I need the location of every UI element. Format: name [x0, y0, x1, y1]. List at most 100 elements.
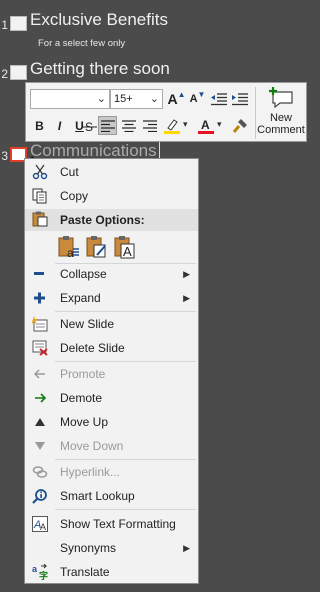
align-left-button[interactable] — [98, 116, 117, 135]
menu-item-expand[interactable]: Expand ▶ — [25, 287, 198, 309]
link-icon — [32, 464, 48, 480]
new-comment-label-2: Comment — [257, 124, 305, 136]
menu-item-translate[interactable]: a字 Translate — [25, 561, 198, 583]
new-comment-icon — [269, 87, 293, 109]
menu-item-label: Promote — [60, 367, 106, 381]
delete-slide-icon — [32, 340, 48, 356]
slide-subtitle[interactable]: For a select few only — [38, 38, 125, 49]
chevron-down-icon[interactable]: ▾ — [183, 119, 188, 130]
menu-item-label: Smart Lookup — [60, 489, 135, 503]
paste-options-label: Paste Options: — [60, 213, 145, 227]
bold-button[interactable]: B — [30, 116, 49, 135]
decrease-indent-button[interactable] — [209, 89, 228, 108]
menu-item-delete-slide[interactable]: Delete Slide — [25, 337, 198, 359]
menu-item-demote[interactable]: Demote — [25, 387, 198, 409]
slide-title[interactable]: Getting there soon — [30, 59, 170, 79]
menu-item-smart-lookup[interactable]: Smart Lookup — [25, 485, 198, 507]
menu-item-label: Delete Slide — [60, 341, 125, 355]
scissors-icon — [32, 164, 48, 180]
collapse-icon — [32, 266, 48, 282]
font-color-icon: A — [197, 118, 214, 134]
mini-toolbar: ⌄ 15+ ⌄ A ▲ A ▼ New Comment B I U S ▾ A ▾ — [25, 82, 307, 142]
menu-item-label: Synonyms — [60, 541, 117, 555]
menu-separator — [55, 459, 196, 460]
slide-number: 3 — [1, 149, 8, 163]
menu-item-label: New Slide — [60, 317, 115, 331]
align-right-button[interactable] — [140, 116, 159, 135]
menu-item-hyperlink[interactable]: Hyperlink... — [25, 461, 198, 483]
menu-item-copy[interactable]: Copy — [25, 185, 198, 207]
svg-text:a: a — [67, 246, 74, 259]
highlighter-icon — [163, 118, 180, 134]
align-center-icon — [121, 119, 136, 132]
menu-item-label: Collapse — [60, 267, 107, 281]
context-menu: Cut Copy Paste Options: a A Collapse ▶ E… — [24, 158, 199, 584]
menu-item-synonyms[interactable]: Synonyms ▶ — [25, 537, 198, 559]
smart-lookup-icon — [32, 488, 48, 504]
clipboard-icon — [32, 211, 48, 230]
chevron-down-icon: ⌄ — [96, 93, 106, 105]
font-color-button[interactable]: A — [196, 116, 215, 135]
new-comment-button[interactable]: New Comment — [257, 86, 305, 138]
chevron-down-icon: ⌄ — [149, 93, 159, 105]
menu-item-label: Cut — [60, 165, 79, 179]
submenu-arrow-icon: ▶ — [183, 268, 190, 279]
chevron-down-icon[interactable]: ▾ — [217, 119, 222, 130]
increase-indent-icon — [231, 92, 248, 105]
new-slide-icon — [32, 316, 48, 332]
align-left-icon — [100, 119, 115, 132]
svg-text:A: A — [201, 118, 210, 132]
menu-item-label: Hyperlink... — [60, 465, 121, 479]
strikethrough-icon: S — [82, 120, 97, 133]
grow-font-button[interactable]: A ▲ — [167, 89, 186, 108]
slide-thumbnail-icon[interactable] — [10, 65, 27, 80]
font-name-select[interactable]: ⌄ — [30, 89, 110, 109]
increase-indent-button[interactable] — [230, 89, 249, 108]
shrink-font-button[interactable]: A ▼ — [188, 89, 207, 108]
highlight-color-button[interactable] — [162, 116, 181, 135]
paste-keep-source-formatting-button[interactable] — [86, 235, 108, 259]
menu-item-label: Move Up — [60, 415, 109, 429]
expand-icon — [32, 290, 48, 306]
paste-options-header: Paste Options: — [25, 209, 198, 231]
triangle-down-icon — [32, 438, 48, 454]
svg-text:A: A — [123, 244, 132, 259]
menu-item-cut[interactable]: Cut — [25, 161, 198, 183]
menu-item-move-down[interactable]: Move Down — [25, 435, 198, 457]
menu-item-show-text-formatting[interactable]: AA Show Text Formatting — [25, 513, 198, 535]
font-size-select[interactable]: 15+ ⌄ — [110, 89, 163, 109]
menu-item-collapse[interactable]: Collapse ▶ — [25, 263, 198, 285]
slide-number: 1 — [1, 18, 8, 32]
slide-thumbnail-icon[interactable] — [10, 16, 27, 31]
menu-item-label: Demote — [60, 391, 103, 405]
triangle-up-icon — [32, 414, 48, 430]
toolbar-separator — [255, 87, 256, 139]
paste-use-destination-theme-button[interactable]: a — [58, 235, 80, 259]
menu-item-promote[interactable]: Promote — [25, 363, 198, 385]
svg-text:A: A — [40, 522, 46, 532]
menu-item-label: Move Down — [60, 439, 124, 453]
menu-separator — [55, 311, 196, 312]
italic-button[interactable]: I — [50, 116, 69, 135]
format-painter-button[interactable] — [230, 116, 249, 135]
svg-text:字: 字 — [39, 570, 48, 580]
submenu-arrow-icon: ▶ — [183, 292, 190, 303]
translate-icon: a字 — [32, 564, 48, 580]
slide-row-1[interactable]: 1 Exclusive Benefits — [0, 10, 168, 32]
menu-item-move-up[interactable]: Move Up — [25, 411, 198, 433]
strikethrough-button[interactable]: S — [80, 116, 99, 135]
paste-keep-text-only-button[interactable]: A — [114, 235, 136, 259]
left-arrow-icon — [32, 366, 48, 382]
menu-item-label: Expand — [60, 291, 101, 305]
font-size-value: 15+ — [114, 93, 133, 105]
menu-item-label: Copy — [60, 189, 89, 203]
slide-row-2[interactable]: 2 Getting there soon — [0, 59, 170, 81]
copy-icon — [32, 188, 48, 204]
menu-item-label: Translate — [60, 565, 110, 579]
menu-item-label: Show Text Formatting — [60, 517, 176, 531]
slide-number: 2 — [1, 67, 8, 81]
align-center-button[interactable] — [119, 116, 138, 135]
menu-item-new-slide[interactable]: New Slide — [25, 313, 198, 335]
slide-title[interactable]: Exclusive Benefits — [30, 10, 168, 30]
new-comment-label-1: New — [269, 112, 292, 124]
